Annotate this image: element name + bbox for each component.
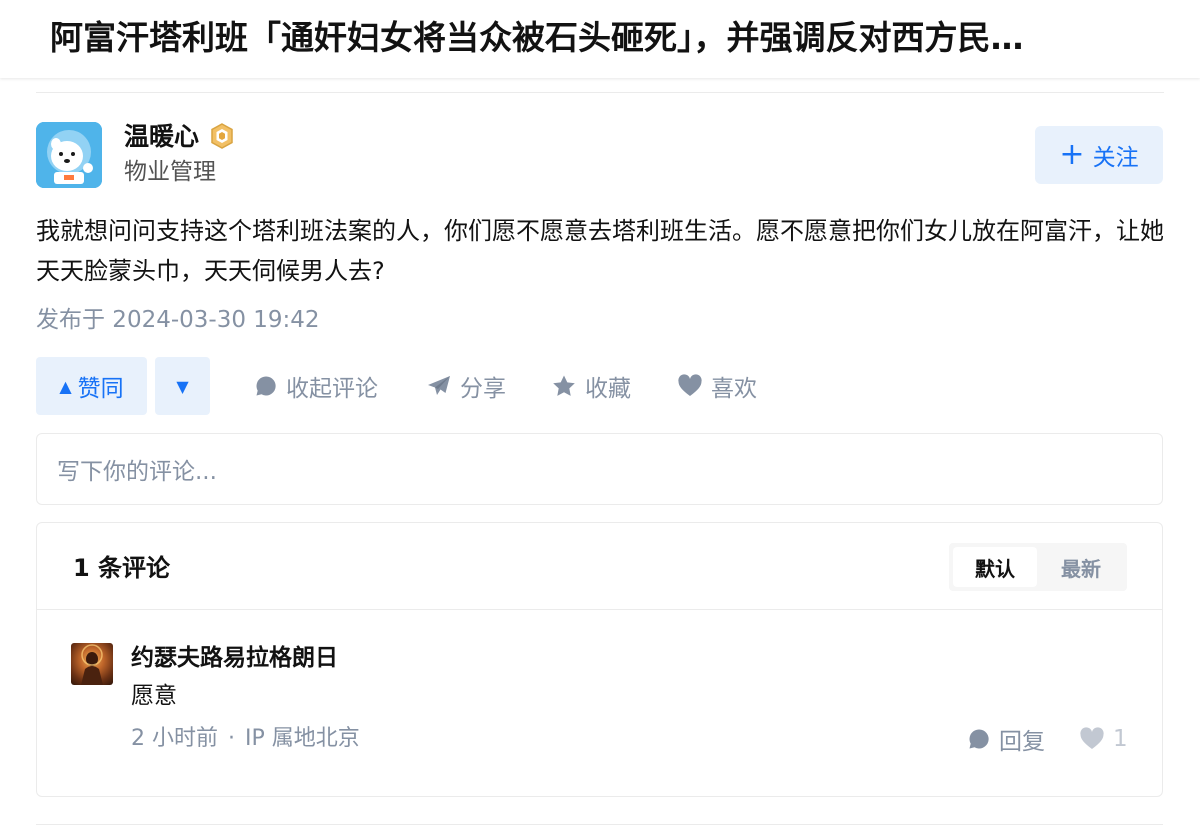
plus-icon: + (1059, 137, 1085, 172)
comment-bubble-icon (256, 376, 276, 396)
share-button[interactable]: 分享 (426, 357, 506, 415)
collect-label: 收藏 (585, 376, 631, 402)
like-label: 喜欢 (711, 376, 757, 402)
collect-button[interactable]: 收藏 (551, 357, 631, 415)
page-header: 阿富汗塔利班「通奸妇女将当众被石头砸死」，并强调反对西方民… (0, 0, 1200, 78)
downvote-button[interactable]: ▼ (155, 357, 210, 415)
triangle-down-icon: ▼ (176, 376, 189, 396)
divider (37, 609, 1162, 610)
cartoon-bear-astronaut-avatar-icon (36, 122, 102, 188)
gold-badge-icon (208, 122, 236, 150)
upvote-button[interactable]: ▲ 赞同 (36, 357, 147, 415)
page-title[interactable]: 阿富汗塔利班「通奸妇女将当众被石头砸死」，并强调反对西方民… (50, 14, 1190, 62)
separator: · (228, 726, 235, 751)
answer-card: 温暖心 物业管理 + 关注 我就想问问支持这个塔利班法案的人，你们愿不愿意去塔利… (0, 78, 1200, 829)
publish-time: 发布于 2024-03-30 19:42 (36, 307, 320, 333)
reply-label: 回复 (999, 729, 1045, 755)
follow-label: 关注 (1092, 145, 1139, 171)
answer-content: 我就想问问支持这个塔利班法案的人，你们愿不愿意去塔利班生活。愿不愿意把你们女儿放… (36, 217, 1164, 285)
comment-text: 愿意 (131, 683, 177, 709)
divider (36, 824, 1163, 825)
comment-ip-location: IP 属地北京 (245, 726, 360, 751)
author-name[interactable]: 温暖心 (124, 120, 199, 154)
commenter-avatar[interactable] (71, 643, 113, 685)
reply-button[interactable]: 回复 (967, 721, 1045, 757)
paper-plane-icon (428, 376, 450, 395)
comment-count: 1 条评论 (73, 554, 171, 582)
sort-tabs: 默认 最新 (949, 543, 1127, 591)
commenter-name[interactable]: 约瑟夫路易拉格朗日 (131, 641, 338, 675)
heart-icon (1080, 727, 1104, 749)
share-label: 分享 (460, 376, 506, 402)
comment-bubble-icon (969, 729, 989, 749)
comment-like-button[interactable]: 1 (1079, 721, 1128, 757)
figure-avatar-icon (81, 644, 103, 685)
star-icon (553, 375, 575, 396)
follow-button[interactable]: + 关注 (1035, 126, 1163, 184)
sort-tab-default[interactable]: 默认 (953, 547, 1037, 587)
upvote-label: 赞同 (77, 376, 124, 402)
sort-tab-latest[interactable]: 最新 (1039, 547, 1123, 587)
heart-icon (678, 374, 702, 396)
collapse-comments-button[interactable]: 收起评论 (254, 357, 378, 415)
author-avatar[interactable] (36, 122, 102, 188)
like-button[interactable]: 喜欢 (677, 357, 757, 415)
author-bio: 物业管理 (124, 159, 216, 185)
comment-input[interactable]: 写下你的评论... (36, 433, 1163, 505)
triangle-up-icon: ▲ (59, 376, 72, 396)
comment-time: 2 小时前 (131, 726, 218, 751)
divider (36, 92, 1164, 93)
comment-input-placeholder: 写下你的评论... (57, 459, 217, 485)
collapse-comments-label: 收起评论 (286, 376, 378, 402)
comment-like-count: 1 (1113, 726, 1128, 752)
comment-meta: 2 小时前 · IP 属地北京 (131, 723, 360, 755)
comments-section: 1 条评论 默认 最新 约瑟夫路易拉格朗日 愿意 2 小时前 · IP 属地北京 回… (36, 522, 1163, 797)
